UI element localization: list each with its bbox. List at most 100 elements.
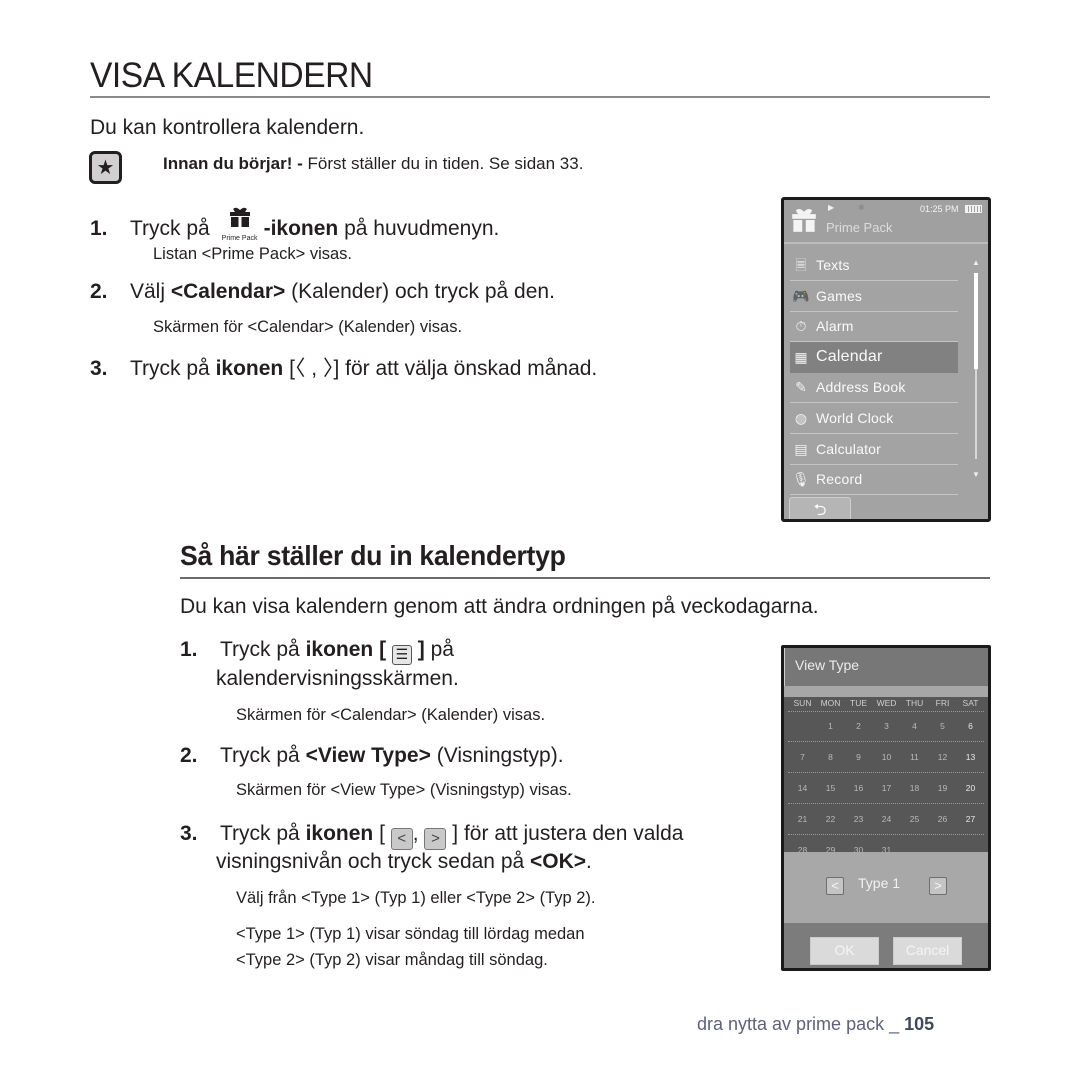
back-button[interactable]: ⮌ <box>789 497 851 519</box>
status-header: ▶ ✱ 01:25 PM Prime Pack <box>784 200 988 244</box>
step-text: , <box>412 822 419 845</box>
step-text: Tryck på <box>220 744 306 767</box>
menu-item-alarm[interactable]: ⏱ Alarm <box>790 311 958 343</box>
calendar-day: 25 <box>909 814 920 824</box>
battery-icon <box>965 205 982 213</box>
globe-icon: ◍ <box>794 410 808 426</box>
step-bold: ikonen [ <box>305 638 387 661</box>
weekday-sat: SAT <box>962 698 979 708</box>
gift-icon <box>229 207 250 227</box>
step-bold: ikonen <box>305 822 374 845</box>
page-footer: dra nytta av prime pack _ 105 <box>697 1014 934 1035</box>
section-intro: Du kan visa kalendern genom att ändra or… <box>180 595 819 618</box>
texts-icon: 🗏 <box>795 257 807 273</box>
calendar-day: 17 <box>881 783 892 793</box>
scroll-down-icon[interactable]: ▼ <box>972 470 980 479</box>
step-text: ] <box>446 822 459 845</box>
s2-step-2-result: Skärmen för <View Type> (Visningstyp) vi… <box>236 781 572 799</box>
menu-item-label: Calendar <box>816 347 883 365</box>
s2-step-3: 3. Tryck på ikonen [ <, > ] för att juste… <box>180 822 683 850</box>
calendar-day: 13 <box>965 752 976 762</box>
chevron-right-icon: > <box>934 878 942 893</box>
ok-button[interactable]: OK <box>810 937 879 965</box>
intro-text: Du kan kontrollera kalendern. <box>90 116 365 139</box>
s2-step-3-line2: visningsnivån och tryck sedan på <OK>. <box>216 850 592 874</box>
step-text: Tryck på <box>220 822 306 845</box>
calendar-day: 26 <box>937 814 948 824</box>
step-number: 3. <box>180 822 198 845</box>
prev-next-icons: [〈 , 〉] <box>283 357 340 380</box>
step-text: för att justera den valda <box>458 822 684 845</box>
week-divider <box>788 803 984 804</box>
back-arrow-icon: ⮌ <box>813 502 827 519</box>
calendar-day: 12 <box>937 752 948 762</box>
step-number: 2. <box>180 744 198 767</box>
calendar-day: 5 <box>940 721 945 731</box>
prime-pack-caption: Prime Pack <box>221 235 258 242</box>
week-divider <box>788 772 984 773</box>
scrollbar-thumb[interactable] <box>974 273 978 369</box>
play-icon: ▶ <box>828 203 835 212</box>
s2-step-3-detail-2: <Type 2> (Typ 2) visar måndag till sönda… <box>236 951 548 969</box>
weekday-thu: THU <box>905 698 924 708</box>
view-type-screen: View Type SUN MON TUE WED THU FRI SAT 1 2 3 4 5 6 7 8 9… <box>781 645 991 971</box>
step-bold: <Calendar> <box>170 280 286 303</box>
menu-item-address-book[interactable]: ✎ Address Book <box>790 372 958 404</box>
next-type-button[interactable]: > <box>929 877 947 895</box>
calendar-day: 22 <box>825 814 836 824</box>
menu-item-texts[interactable]: 🗏 Texts <box>790 250 958 281</box>
menu-item-label: Calculator <box>816 440 882 457</box>
weekday-fri: FRI <box>935 698 950 708</box>
s2-step-1: 1. Tryck på ikonen [ ☰ ] på <box>180 638 454 665</box>
menu-item-games[interactable]: 🎮 Games <box>790 281 958 312</box>
calendar-day: 8 <box>828 752 833 762</box>
step-text: på <box>424 638 454 661</box>
menu-item-world-clock[interactable]: ◍ World Clock <box>790 403 958 434</box>
calendar-icon: ▦ <box>794 348 808 365</box>
step-text: [ <box>373 822 391 845</box>
calendar-day: 14 <box>797 783 808 793</box>
type-value: Type 1 <box>858 875 901 891</box>
step-text: Välj <box>130 280 171 303</box>
bluetooth-icon: ✱ <box>858 203 865 212</box>
menu-item-label: Address Book <box>816 379 906 396</box>
view-type-header: View Type <box>784 648 988 686</box>
clock-time: 01:25 PM <box>920 204 959 214</box>
chevron-left-icon: < <box>831 878 839 893</box>
calendar-day: 9 <box>856 752 861 762</box>
step-3: 3. Tryck på ikonen [〈 , 〉] för att välja … <box>90 352 597 382</box>
page-title: VISA KALENDERN <box>90 56 373 95</box>
calendar-day: 20 <box>965 783 976 793</box>
prime-pack-icon <box>792 209 816 232</box>
menu-item-record[interactable]: 🎙 Record <box>790 464 958 496</box>
cancel-button[interactable]: Cancel <box>893 937 962 965</box>
s2-step-3-result: Välj från <Type 1> (Typ 1) eller <Type 2… <box>236 889 596 907</box>
menu-item-label: Texts <box>816 257 850 273</box>
weekday-wed: WED <box>876 698 897 708</box>
calendar-day: 27 <box>965 814 976 824</box>
note-text: Innan du börjar! - Först ställer du in t… <box>163 154 583 174</box>
menu-item-calendar[interactable]: ▦ Calendar <box>790 341 958 373</box>
step-text: (Kalender) och tryck på den. <box>285 280 555 303</box>
scroll-up-icon[interactable]: ▲ <box>972 258 980 267</box>
step-text: . <box>586 850 592 873</box>
step-number: 1. <box>180 638 198 661</box>
menu-item-label: World Clock <box>816 410 894 426</box>
menu-item-calculator[interactable]: ▤ Calculator <box>790 434 958 465</box>
step-number: 2. <box>90 280 108 303</box>
step-2-result: Skärmen för <Calendar> (Kalender) visas. <box>153 318 463 336</box>
prev-icon: < <box>390 828 413 850</box>
week-divider <box>788 741 984 742</box>
calendar-day: 6 <box>968 721 973 731</box>
menu-list-icon: ☰ <box>391 645 412 665</box>
page-number: 105 <box>904 1014 935 1034</box>
step-text: visningsnivån och tryck sedan på <box>216 850 531 873</box>
s2-step-3-detail-1: <Type 1> (Typ 1) visar söndag till lörda… <box>236 925 585 943</box>
section-title: Så här ställer du in kalendertyp <box>180 540 566 571</box>
week-divider <box>788 834 984 835</box>
prev-type-button[interactable]: < <box>826 877 844 895</box>
screen-title: Prime Pack <box>826 220 893 235</box>
step-bold: ] <box>417 638 425 661</box>
step-text: (Visningstyp). <box>430 744 564 767</box>
calendar-day: 3 <box>884 721 889 731</box>
